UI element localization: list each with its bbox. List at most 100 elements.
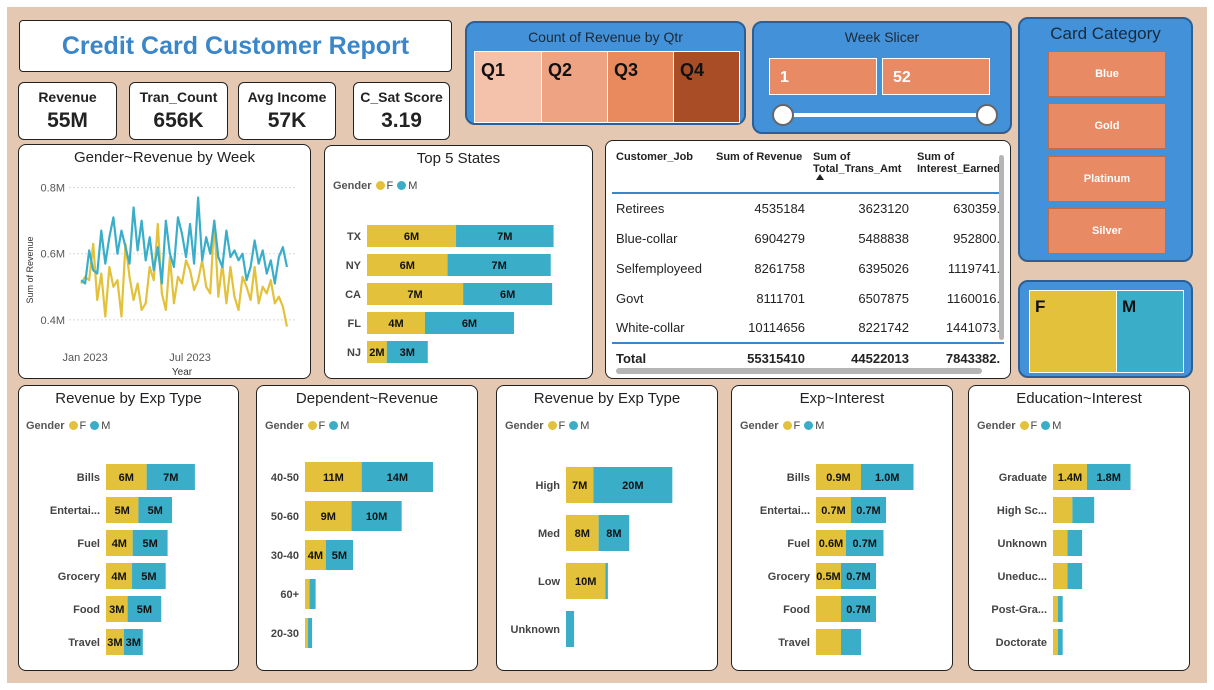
card-category-blue-button[interactable]: Blue: [1048, 51, 1166, 97]
top5-states-legend: Gender F M: [333, 180, 417, 192]
category-label: Travel: [68, 637, 100, 649]
table-cell-value: 8111701: [756, 290, 805, 306]
table-cell-value: 952800.: [953, 230, 1001, 246]
week-min-input[interactable]: 1: [769, 58, 877, 95]
table-row[interactable]: White-collar 10114656 8221742 1441073.: [612, 313, 1004, 343]
qtr-cell-q1[interactable]: Q1: [475, 52, 541, 122]
bar-segment-f[interactable]: [1053, 497, 1073, 523]
bar-segment-f[interactable]: [816, 596, 841, 622]
column-header-sum-interest[interactable]: Sum of Interest_Earned: [913, 151, 1004, 193]
data-label: 1.8M: [1096, 472, 1120, 484]
bar-segment-m[interactable]: [309, 579, 316, 609]
dependent-revenue-title: Dependent~Revenue: [295, 390, 439, 407]
data-label: 5M: [137, 604, 152, 616]
column-header-customer-job[interactable]: Customer_Job: [612, 151, 712, 193]
qtr-treemap-title: Count of Revenue by Qtr: [528, 29, 683, 45]
series-line-f[interactable]: [80, 219, 289, 327]
legend-male-label: M: [408, 180, 418, 192]
card-category-platinum-button[interactable]: Platinum: [1048, 156, 1166, 202]
kpi-csat-label: C_Sat Score: [360, 89, 443, 105]
kpi-revenue-card: Revenue 55M: [18, 82, 117, 140]
qtr-cell-q4[interactable]: Q4: [673, 52, 739, 122]
exp-interest-card: Exp~Interest Gender F M Bills 0.9M 1.0M Enter…: [731, 385, 953, 671]
bar-segment-m[interactable]: [605, 563, 608, 599]
card-category-silver-button[interactable]: Silver: [1048, 208, 1166, 254]
data-label: 5M: [142, 538, 157, 550]
table-cell-value: 1119741.: [947, 260, 1001, 276]
card-category-title: Card Category: [1050, 24, 1161, 43]
page-title: Credit Card Customer Report: [61, 31, 410, 60]
category-label: Food: [73, 604, 100, 616]
table-cell-job: Blue-collar: [616, 230, 678, 246]
bar-segment-m[interactable]: [841, 629, 861, 655]
column-header-sum-trans-amt[interactable]: Sum of Total_Trans_Amt: [809, 151, 913, 193]
revenue-income-chart: High 7M 20M Med 8M 8M Low 10M Unknown: [511, 467, 673, 647]
gender-revenue-week-title: Gender~Revenue by Week: [73, 149, 256, 166]
legend-male-label: M: [101, 420, 111, 432]
table-cell-job: Selfemployeed: [616, 260, 702, 276]
legend-female-dot: [782, 421, 792, 430]
bar-segment-m[interactable]: [1067, 563, 1083, 589]
bar-segment-f[interactable]: [1053, 563, 1068, 589]
bar-segment-f[interactable]: [1053, 530, 1068, 556]
column-header-sum-revenue[interactable]: Sum of Revenue: [712, 151, 809, 193]
data-label: 0.7M: [846, 571, 870, 583]
bar-segment-f[interactable]: [1053, 596, 1058, 622]
gender-cell-male[interactable]: M: [1116, 291, 1183, 372]
card-category-gold-button[interactable]: Gold: [1048, 103, 1166, 149]
legend-male-dot: [1041, 421, 1051, 430]
table-cell-value: 1441073.: [945, 320, 1001, 335]
table-horizontal-scrollbar[interactable]: [616, 368, 982, 374]
table-row[interactable]: Retirees 4535184 3623120 630359.: [612, 192, 1005, 223]
week-max-input[interactable]: 52: [882, 58, 990, 95]
bar-segment-f[interactable]: [305, 579, 310, 609]
customer-job-table-card: Customer_Job Sum of Revenue Sum of Total…: [605, 140, 1011, 379]
bar-segment-m[interactable]: [308, 618, 313, 648]
week-slider-track[interactable]: [784, 113, 989, 117]
bar-segment-m[interactable]: [1057, 629, 1063, 655]
table-row[interactable]: Govt 8111701 6507875 1160016.: [612, 283, 1004, 313]
kpi-tran-count-card: Tran_Count 656K: [129, 82, 228, 140]
table-cell-value: 8221742: [858, 320, 909, 335]
revenue-exp-type-legend: Gender F M: [26, 420, 110, 432]
category-label: Bills: [787, 472, 810, 484]
table-cell-value: 4535184: [712, 192, 809, 223]
week-slicer-title: Week Slicer: [844, 29, 920, 45]
table-vertical-scrollbar[interactable]: [999, 155, 1004, 340]
bar-segment-m[interactable]: [1057, 596, 1063, 622]
data-label: 0.9M: [826, 472, 850, 484]
bar-segment-m[interactable]: [1067, 530, 1083, 556]
table-cell-job: White-collar: [616, 320, 685, 335]
legend-female-label: F: [1030, 420, 1038, 432]
bar-segment-f[interactable]: [1053, 629, 1058, 655]
week-slider-handle-min[interactable]: [772, 104, 794, 126]
data-label: 7M: [572, 480, 587, 492]
bar-segment-m[interactable]: [566, 611, 575, 647]
table-header-row: Customer_Job Sum of Revenue Sum of Total…: [612, 151, 1004, 193]
kpi-avg-income-value: 57K: [267, 109, 307, 132]
category-label: Grocery: [58, 571, 101, 583]
gender-cell-female[interactable]: F: [1030, 291, 1116, 372]
gender-revenue-week-card: Gender~Revenue by Week 0.4M 0.6M 0.8M Jan 2…: [18, 144, 311, 379]
legend-male-label: M: [815, 420, 825, 432]
category-label: Graduate: [999, 472, 1047, 484]
y-tick-label: 0.6M: [41, 249, 65, 261]
legend-male-dot: [90, 421, 100, 430]
category-label: Doctorate: [996, 637, 1047, 649]
table-row[interactable]: Blue-collar 6904279 5488838 952800.: [612, 223, 1004, 253]
bar-segment-f[interactable]: [305, 618, 309, 648]
week-slider-handle-max[interactable]: [976, 104, 998, 126]
bar-segment-m[interactable]: [1072, 497, 1095, 523]
legend-male-label: M: [1052, 420, 1062, 432]
category-label: FL: [348, 318, 362, 330]
table-cell-value: 630359.: [913, 192, 1005, 223]
data-label: 4M: [308, 550, 323, 562]
bar-segment-f[interactable]: [816, 629, 841, 655]
qtr-cell-q3[interactable]: Q3: [607, 52, 673, 122]
data-label: 9M: [321, 511, 336, 523]
data-label: 4M: [388, 318, 403, 330]
gender-cell-female-label: F: [1035, 297, 1046, 316]
table-row[interactable]: Selfemployeed 8261758 6395026 1119741.: [612, 253, 1004, 283]
qtr-cell-q2[interactable]: Q2: [541, 52, 607, 122]
kpi-revenue-label: Revenue: [38, 89, 97, 105]
